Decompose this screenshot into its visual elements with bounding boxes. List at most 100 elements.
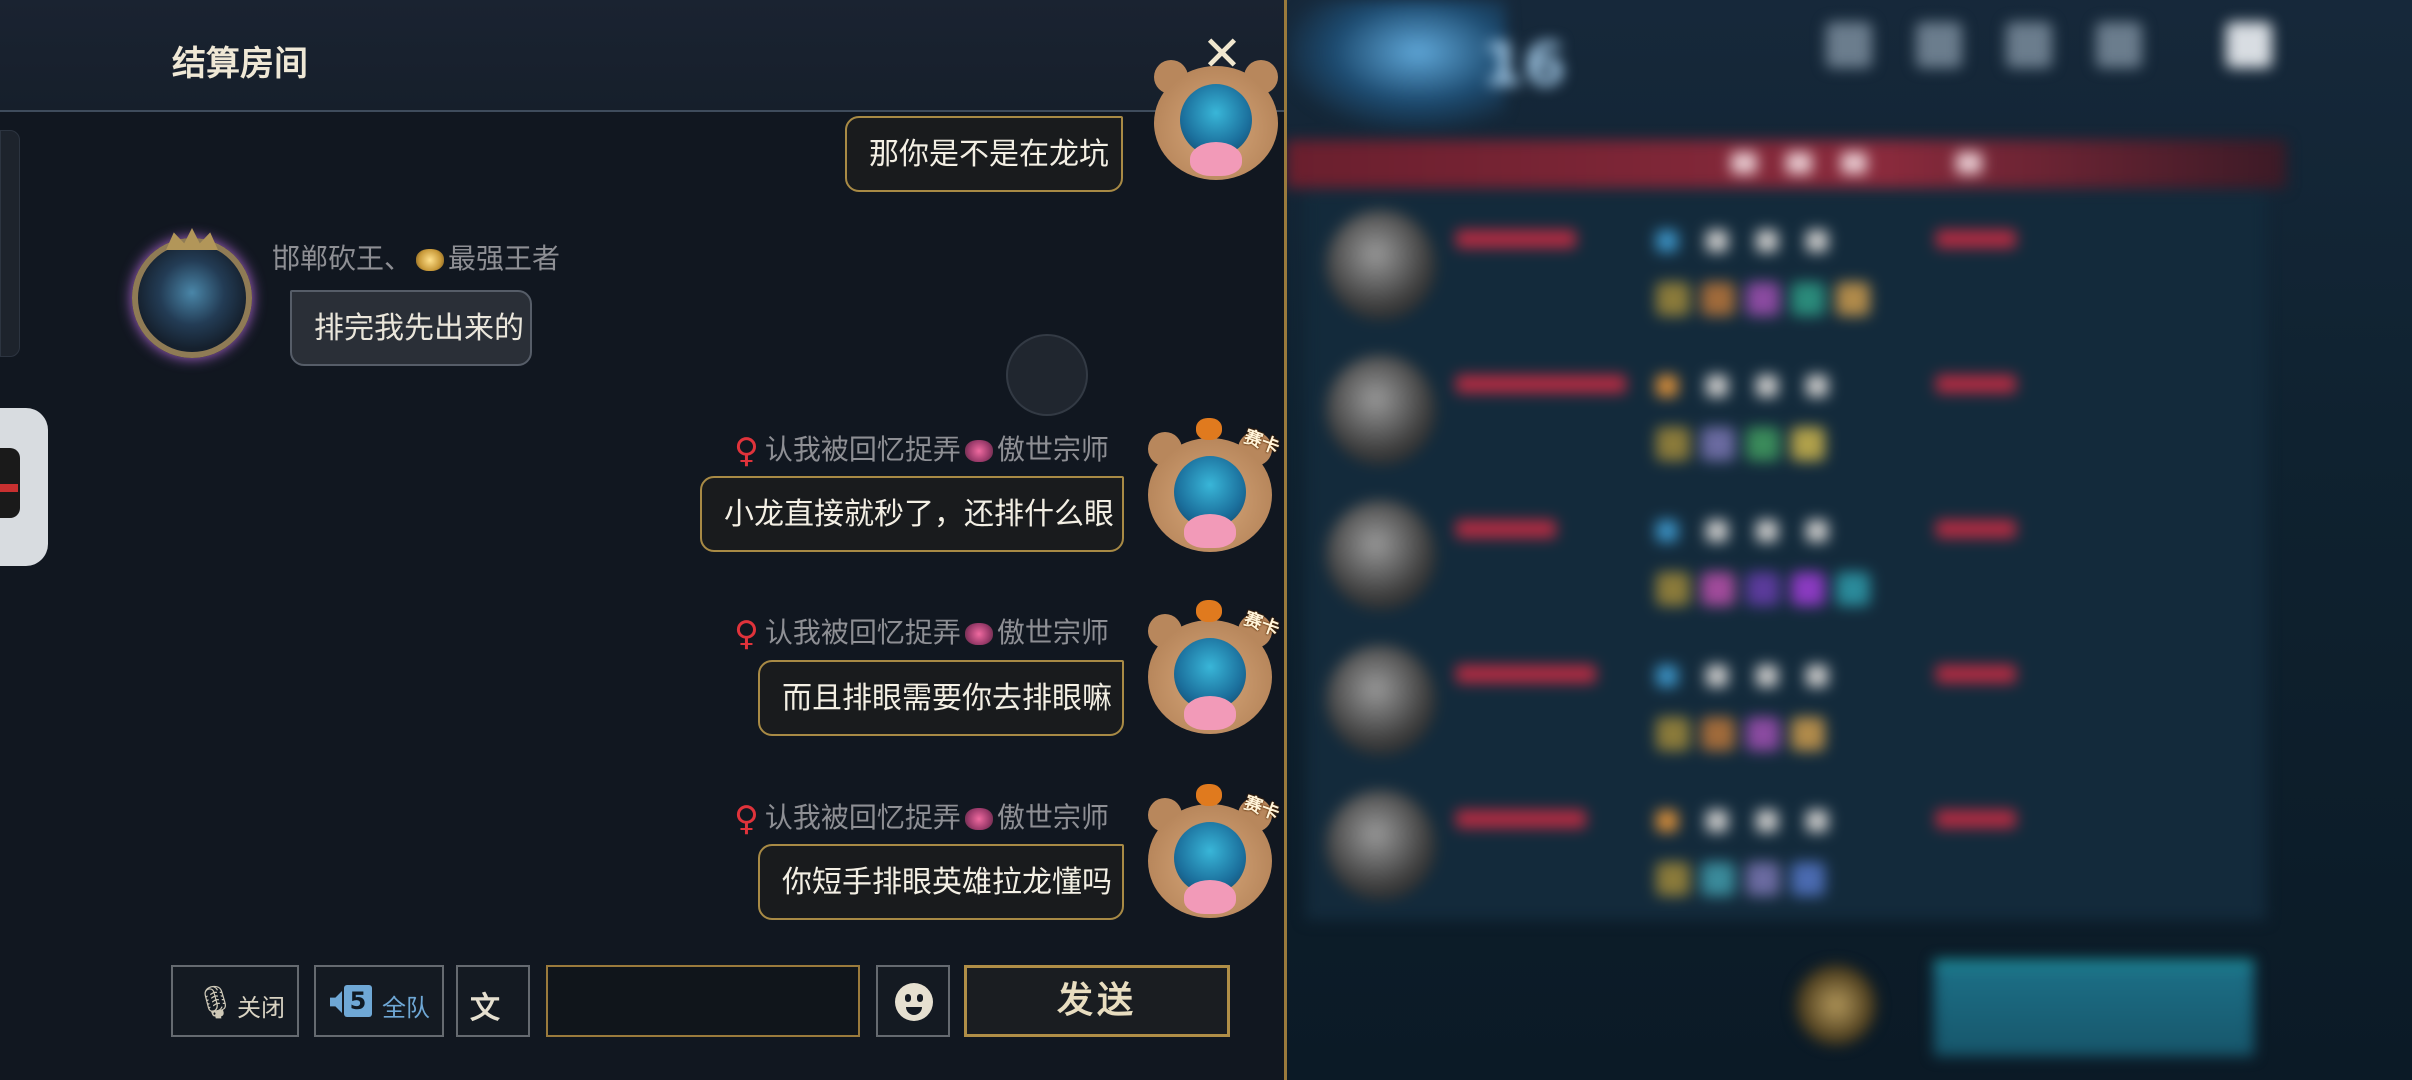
send-button[interactable]: 发送	[964, 965, 1230, 1037]
page-title: 结算房间	[172, 44, 308, 84]
speaker-icon: 5	[330, 985, 374, 1019]
item-icon	[1746, 717, 1780, 751]
sender-rank: 傲世宗师	[996, 616, 1109, 649]
message-bubble: 小龙直接就秒了，还排什么眼	[700, 476, 1124, 552]
player-name	[1456, 665, 1596, 683]
level-banner	[1286, 0, 1506, 130]
stat	[1706, 230, 1728, 252]
player-score	[1936, 230, 2016, 248]
stat	[1706, 375, 1728, 397]
emoji-button[interactable]	[876, 965, 950, 1037]
player-avatar	[1326, 790, 1436, 900]
player-row	[1326, 635, 2246, 765]
player-name	[1456, 230, 1576, 248]
stat	[1756, 375, 1778, 397]
floating-assist-button[interactable]	[1006, 334, 1088, 416]
sender-name: 认我被回忆捉弄	[764, 801, 961, 834]
item-icon	[1791, 572, 1825, 606]
female-icon: ♀	[734, 614, 759, 654]
sender-name-line: ♀ 认我被回忆捉弄 傲世宗师	[734, 796, 1109, 839]
scoreboard-background: 16	[1286, 0, 2412, 1080]
stat	[1706, 520, 1728, 542]
rank-badge-icon	[964, 440, 993, 462]
mute-mic-button[interactable]: 🎙 关闭	[171, 965, 299, 1037]
item-icon	[1656, 862, 1690, 896]
player-score	[1936, 520, 2016, 538]
item-icon	[1701, 862, 1735, 896]
voice-to-text-icon: 文	[470, 991, 500, 1026]
sender-name-line: ♀ 认我被回忆捉弄 傲世宗师	[734, 611, 1109, 654]
mute-label: 关闭	[237, 994, 285, 1022]
sender-avatar[interactable]	[1146, 46, 1284, 186]
stat	[1656, 230, 1678, 252]
sender-avatar[interactable]: 赛卡	[1140, 600, 1282, 740]
sender-rank: 傲世宗师	[996, 801, 1109, 834]
thumb-icon	[2226, 22, 2272, 68]
sender-rank: 傲世宗师	[996, 433, 1109, 466]
item-icon	[1656, 717, 1690, 751]
voice-to-text-button[interactable]: 文	[456, 965, 530, 1037]
sender-name-line: 邯郸砍王、 最强王者	[272, 237, 560, 277]
penguin-icon[interactable]	[0, 408, 48, 566]
player-level: 16	[1482, 30, 1566, 100]
player-name	[1456, 520, 1556, 538]
scoreboard-panel	[1306, 190, 2266, 920]
item-icon	[1791, 427, 1825, 461]
item-icon	[1836, 282, 1870, 316]
sender-name: 认我被回忆捉弄	[764, 433, 961, 466]
sender-avatar[interactable]: 赛卡	[1140, 418, 1282, 558]
share-icon	[1916, 22, 1962, 68]
item-icon	[1746, 572, 1780, 606]
player-row	[1326, 200, 2246, 330]
rank-badge-icon	[416, 249, 445, 271]
player-score	[1936, 810, 2016, 828]
sender-avatar[interactable]: 赛卡	[1140, 784, 1282, 924]
side-tab[interactable]	[0, 130, 20, 357]
team-label: 全队	[382, 994, 430, 1022]
message-bubble: 排完我先出来的	[290, 290, 532, 366]
header-mark	[1841, 152, 1867, 174]
stat	[1706, 665, 1728, 687]
stat	[1806, 520, 1828, 542]
item-icon	[1746, 862, 1780, 896]
player-score	[1936, 375, 2016, 393]
item-icon	[1656, 572, 1690, 606]
header-mark	[1731, 152, 1757, 174]
stat	[1656, 520, 1678, 542]
message-bubble: 而且排眼需要你去排眼嘛	[758, 660, 1124, 736]
item-icon	[1656, 282, 1690, 316]
player-avatar	[1326, 645, 1436, 755]
item-icon	[1791, 862, 1825, 896]
team-voice-button[interactable]: 5 全队	[314, 965, 444, 1037]
emoji-icon	[895, 983, 933, 1021]
item-icon	[1701, 427, 1735, 461]
sender-name: 认我被回忆捉弄	[764, 616, 961, 649]
player-avatar	[1326, 210, 1436, 320]
stat	[1806, 810, 1828, 832]
play-again-button[interactable]	[1934, 960, 2254, 1056]
calendar-icon	[1826, 22, 1872, 68]
mic-off-icon: 🎙	[195, 983, 236, 1021]
chat-input[interactable]	[546, 965, 860, 1037]
stat	[1656, 665, 1678, 687]
stat	[1806, 665, 1828, 687]
player-name	[1456, 375, 1626, 393]
item-icon	[1746, 282, 1780, 316]
rank-badge-icon	[964, 623, 993, 645]
player-row	[1326, 780, 2246, 910]
sender-avatar[interactable]	[132, 228, 252, 358]
item-icon	[1791, 717, 1825, 751]
sender-name-line: ♀ 认我被回忆捉弄 傲世宗师	[734, 428, 1109, 471]
header-mark	[1956, 152, 1982, 174]
chat-panel: 结算房间 ✕ 那你是不是在龙坑 邯郸砍王、 最强王者 排完我先出来的 ♀ 认我被回忆…	[0, 0, 1287, 1080]
rank-badge-icon	[964, 808, 993, 830]
message-bubble: 那你是不是在龙坑	[845, 116, 1123, 192]
message-bubble: 你短手排眼英雄拉龙懂吗	[758, 844, 1124, 920]
female-icon: ♀	[734, 431, 759, 471]
stat	[1806, 230, 1828, 252]
player-row	[1326, 345, 2246, 475]
item-icon	[1701, 572, 1735, 606]
item-icon	[1746, 427, 1780, 461]
home-button[interactable]	[1796, 965, 1876, 1045]
data-icon	[2006, 22, 2052, 68]
